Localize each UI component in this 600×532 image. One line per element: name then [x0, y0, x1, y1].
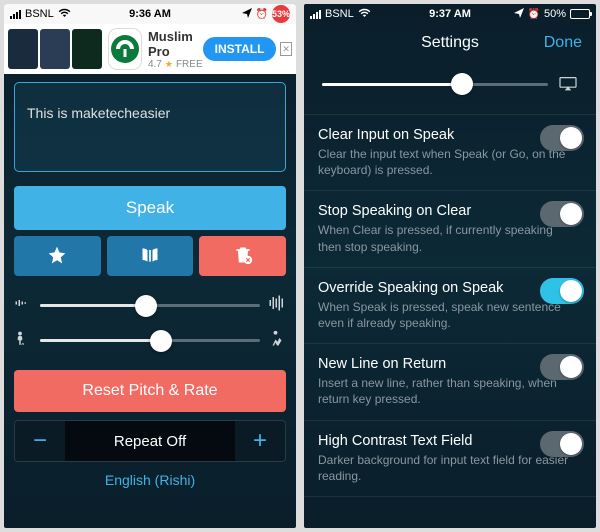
setting-desc: When Clear is pressed, if currently spea… — [318, 222, 582, 254]
pitch-low-icon — [14, 294, 32, 317]
slider-thumb[interactable] — [150, 330, 172, 352]
star-icon: ★ — [165, 59, 173, 70]
ad-info: Muslim Pro 4.7 ★ FREE — [148, 29, 203, 70]
library-button[interactable] — [107, 236, 194, 276]
status-time: 9:36 AM — [129, 8, 171, 20]
settings-list: Clear Input on SpeakClear the input text… — [304, 114, 596, 528]
rate-fast-icon — [268, 329, 286, 352]
setting-row: High Contrast Text FieldDarker backgroun… — [304, 421, 596, 497]
language-selector[interactable]: English (Rishi) — [14, 472, 286, 488]
battery-text: 50% — [544, 8, 566, 20]
pitch-high-icon — [268, 294, 286, 317]
repeat-label: Repeat Off — [65, 421, 235, 461]
alarm-icon: ⏰ — [528, 9, 540, 20]
ad-price: FREE — [176, 59, 203, 70]
toggle-switch[interactable] — [540, 354, 584, 380]
status-time: 9:37 AM — [429, 8, 471, 20]
rate-slider[interactable] — [40, 339, 260, 342]
setting-row: Stop Speaking on ClearWhen Clear is pres… — [304, 191, 596, 267]
speak-button[interactable]: Speak — [14, 186, 286, 230]
slider-fill — [40, 304, 146, 307]
setting-desc: When Speak is pressed, speak new sentenc… — [318, 299, 582, 331]
main-content: This is maketecheasier Speak — [4, 74, 296, 528]
repeat-control: − Repeat Off + — [14, 420, 286, 462]
toggle-knob — [560, 433, 582, 455]
toggle-switch[interactable] — [540, 201, 584, 227]
location-icon — [514, 8, 524, 21]
settings-title: Settings — [421, 34, 479, 52]
ad-app-icon — [108, 28, 142, 70]
pitch-slider[interactable] — [40, 304, 260, 307]
status-bar: BSNL 9:37 AM ⏰ 50% — [304, 4, 596, 24]
repeat-minus-button[interactable]: − — [15, 421, 65, 461]
phone-left: BSNL 9:36 AM ⏰ 53% Muslim Pro 4.7 — [4, 4, 296, 528]
toggle-switch[interactable] — [540, 125, 584, 151]
signal-icon — [310, 10, 321, 19]
done-button[interactable]: Done — [544, 34, 582, 52]
delete-button[interactable] — [199, 236, 286, 276]
toggle-knob — [560, 280, 582, 302]
toggle-switch[interactable] — [540, 431, 584, 457]
signal-icon — [10, 10, 21, 19]
wifi-icon — [358, 8, 371, 21]
slider-thumb[interactable] — [451, 73, 473, 95]
setting-row: New Line on ReturnInsert a new line, rat… — [304, 344, 596, 420]
setting-desc: Insert a new line, rather than speaking,… — [318, 375, 582, 407]
settings-header: Settings Done — [304, 24, 596, 62]
toggle-knob — [560, 127, 582, 149]
wifi-icon — [58, 8, 71, 21]
toggle-knob — [560, 203, 582, 225]
ad-banner: Muslim Pro 4.7 ★ FREE INSTALL ✕ — [4, 24, 296, 74]
ad-previews — [8, 29, 102, 69]
star-icon — [47, 245, 67, 268]
text-input-value: This is maketecheasier — [27, 105, 170, 121]
setting-row: Override Speaking on SpeakWhen Speak is … — [304, 268, 596, 344]
ad-preview — [72, 29, 102, 69]
ad-title: Muslim Pro — [148, 29, 203, 59]
phone-right: BSNL 9:37 AM ⏰ 50% Settings Done Clear I… — [304, 4, 596, 528]
reset-button[interactable]: Reset Pitch & Rate — [14, 370, 286, 412]
carrier-label: BSNL — [25, 8, 54, 20]
slider-fill — [40, 339, 161, 342]
favorite-button[interactable] — [14, 236, 101, 276]
ad-preview — [8, 29, 38, 69]
ad-rating: 4.7 — [148, 59, 162, 70]
install-button[interactable]: INSTALL — [203, 37, 277, 61]
ad-preview — [40, 29, 70, 69]
repeat-plus-button[interactable]: + — [235, 421, 285, 461]
battery-icon — [570, 9, 590, 19]
location-icon — [242, 8, 252, 21]
carrier-label: BSNL — [325, 8, 354, 20]
airplay-icon[interactable] — [558, 76, 578, 92]
book-icon — [140, 245, 160, 268]
toggle-knob — [560, 356, 582, 378]
volume-slider[interactable] — [322, 83, 548, 86]
trash-icon — [233, 245, 253, 268]
battery-low-icon: 53% — [272, 5, 290, 23]
slider-fill — [322, 83, 462, 86]
toggle-switch[interactable] — [540, 278, 584, 304]
status-bar: BSNL 9:36 AM ⏰ 53% — [4, 4, 296, 24]
slider-thumb[interactable] — [135, 295, 157, 317]
text-input[interactable]: This is maketecheasier — [14, 82, 286, 172]
rate-slow-icon — [14, 329, 32, 352]
setting-row: Clear Input on SpeakClear the input text… — [304, 115, 596, 191]
setting-desc: Darker background for input text field f… — [318, 452, 582, 484]
setting-desc: Clear the input text when Speak (or Go, … — [318, 146, 582, 178]
alarm-icon: ⏰ — [256, 9, 268, 20]
ad-close-button[interactable]: ✕ — [280, 42, 292, 56]
